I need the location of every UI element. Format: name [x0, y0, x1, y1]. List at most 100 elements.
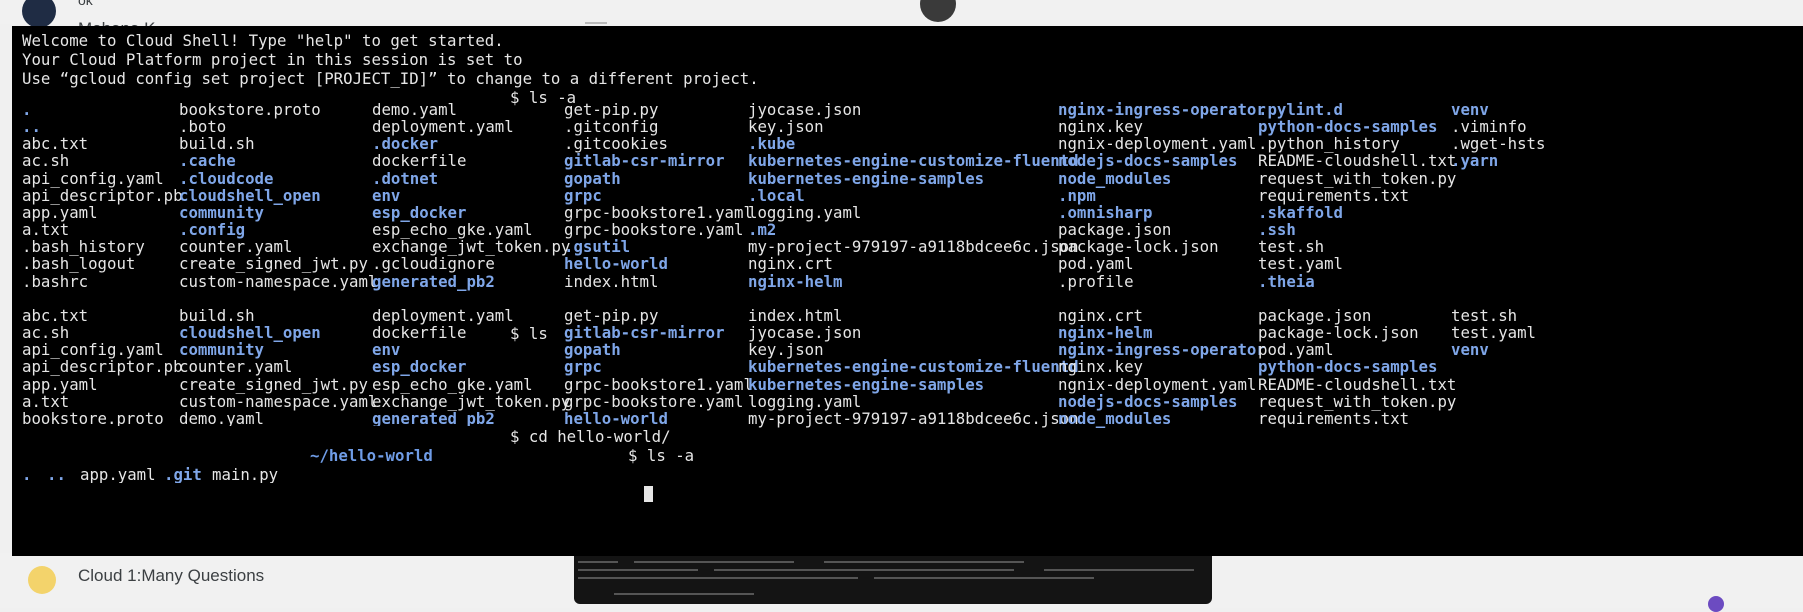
directory-entry: venv [1451, 100, 1489, 119]
file-entry: create_signed_jwt.py [179, 254, 368, 274]
directory-entry: cloudshell_open [179, 185, 321, 205]
directory-entry: .. [22, 117, 41, 137]
file-entry: requirements.txt [1258, 185, 1410, 205]
directory-entry: nodejs-docs-samples [1058, 391, 1238, 411]
file-entry: main.py [212, 465, 279, 484]
file-entry: deployment.yaml [372, 117, 514, 137]
file-entry: .bash_logout [22, 254, 136, 274]
listing-row: app.yaml create_signed_jwt.py esp_echo_gke… [12, 375, 1803, 394]
listing-row: ac.sh cloudshell_open dockerfile gitlab-csr… [12, 323, 1803, 342]
file-entry: .python_history [1258, 134, 1400, 154]
file-entry: ac.sh [22, 323, 70, 343]
thumbnail-line [614, 593, 754, 595]
sender-initials: ok [78, 0, 93, 8]
listing-row: api_config.yaml community env gopath key.jso… [12, 340, 1803, 359]
file-entry: ac.sh [22, 151, 70, 171]
file-entry: .bashrc [22, 271, 89, 291]
file-entry: package.json [1258, 306, 1372, 325]
file-entry: test.sh [1258, 237, 1325, 257]
file-entry: grpc-bookstore1.yaml [564, 374, 753, 394]
listing-hello-world: ... app.yaml .git main.py [12, 465, 1803, 484]
listing-row: ac.sh .cache dockerfile gitlab-csr-mirror ku… [12, 151, 1803, 170]
file-entry: ngnix-deployment.yaml [1058, 134, 1257, 154]
welcome-line: Your Cloud Platform project in this sess… [22, 50, 523, 69]
directory-entry: .theia [1258, 271, 1315, 291]
file-entry: grpc-bookstore1.yaml [564, 202, 753, 222]
file-entry: exchange_jwt_token.py [372, 237, 571, 257]
directory-entry: nginx-ingress-operator [1058, 100, 1266, 119]
directory-entry: gopath [564, 340, 621, 360]
file-entry: README-cloudshell.txt [1258, 374, 1457, 394]
directory-entry: node_modules [1058, 168, 1172, 188]
thumbnail-line [874, 577, 1094, 579]
file-entry: key.json [748, 117, 824, 137]
directory-entry: .cache [179, 151, 236, 171]
listing-row: .bashrc custom-namespace.yaml generated_pb… [12, 272, 1803, 291]
file-entry: get-pip.py [564, 100, 659, 119]
file-entry: create_signed_jwt.py [179, 374, 368, 394]
redacted-prompt [12, 426, 517, 446]
cloud-shell-terminal[interactable]: Welcome to Cloud Shell! Type "help" to g… [12, 26, 1803, 556]
listing-row: api_descriptor.pb cloudshell_open env grpc.… [12, 186, 1803, 205]
directory-entry: generated_pb2 [372, 271, 495, 291]
directory-entry: env [372, 185, 401, 205]
thumbnail-line [578, 561, 618, 563]
file-entry: custom-namespace.yaml [179, 391, 378, 411]
file-entry: request_with_token.py [1258, 168, 1457, 188]
thumbnail-line [824, 561, 1024, 563]
directory-entry: esp_docker [372, 357, 467, 377]
file-entry: a.txt [22, 220, 70, 240]
directory-entry: gopath [564, 168, 621, 188]
file-entry: .gitconfig [564, 117, 659, 137]
directory-entry: gitlab-csr-mirror [564, 323, 725, 343]
file-entry: esp_echo_gke.yaml [372, 220, 533, 240]
thumbnail-line [714, 569, 1014, 571]
directory-entry: .kube [748, 134, 796, 154]
prompt-path: ~/hello-world [310, 446, 433, 465]
cursor[interactable] [642, 484, 653, 502]
redacted-prompt [12, 483, 642, 501]
space-label[interactable]: Cloud 1:Many Questions [78, 566, 264, 586]
directory-entry: hello-world [564, 254, 668, 274]
listing-row: abc.txt build.sh .docker .gitcookies .kube ng… [12, 134, 1803, 153]
listing-row: . bookstore.proto demo.yaml get-pip.py jyoca… [12, 100, 1803, 119]
directory-entry: kubernetes-engine-customize-fluentd [748, 151, 1079, 171]
directory-entry: .cloudcode [179, 168, 274, 188]
file-entry: test.sh [1451, 306, 1518, 325]
directory-entry: venv [1451, 340, 1489, 360]
file-entry: dockerfile [372, 151, 467, 171]
directory-entry: nodejs-docs-samples [1058, 151, 1238, 171]
file-entry: abc.txt [22, 134, 89, 154]
listing-row: .bash_history counter.yaml exchange_jwt_to… [12, 237, 1803, 256]
file-entry: .gitcookies [564, 134, 668, 154]
directory-entry: .config [179, 220, 246, 240]
directory-entry: grpc [564, 357, 602, 377]
image-thumbnail[interactable] [574, 553, 1212, 604]
listing-row: a.txt .config esp_echo_gke.yaml grpc-bookst… [12, 220, 1803, 239]
directory-entry: grpc [564, 185, 602, 205]
file-entry: grpc-bookstore.yaml [564, 391, 744, 411]
file-entry: nginx.crt [1058, 306, 1144, 325]
file-entry: build.sh [179, 306, 255, 325]
file-entry: app.yaml [80, 465, 156, 484]
directory-entry: .dotnet [372, 168, 439, 188]
directory-entry: nginx-ingress-operator [1058, 340, 1266, 360]
file-entry: .wget-hsts [1451, 134, 1546, 154]
directory-entry: nginx-helm [1058, 323, 1153, 343]
file-entry: .gcloudignore [372, 254, 495, 274]
file-entry: .viminfo [1451, 117, 1527, 137]
file-entry: README-cloudshell.txt [1258, 151, 1457, 171]
file-entry: abc.txt [22, 306, 89, 325]
file-entry: nginx.key [1058, 357, 1144, 377]
file-entry: get-pip.py [564, 306, 659, 325]
file-entry: test.yaml [1451, 323, 1537, 343]
redacted-prompt [442, 444, 647, 464]
listing-row: abc.txt build.sh deployment.yaml get-pip.py… [12, 306, 1803, 325]
file-entry: .boto [179, 117, 227, 137]
directory-entry: .omnisharp [1058, 202, 1153, 222]
directory-entry: cloudshell_open [179, 323, 321, 343]
file-entry: bookstore.proto [179, 100, 321, 119]
welcome-line: Welcome to Cloud Shell! Type "help" to g… [22, 31, 504, 50]
listing-row: .bash_logout create_signed_jwt.py .gcloudi… [12, 254, 1803, 273]
redacted-project [542, 48, 732, 70]
